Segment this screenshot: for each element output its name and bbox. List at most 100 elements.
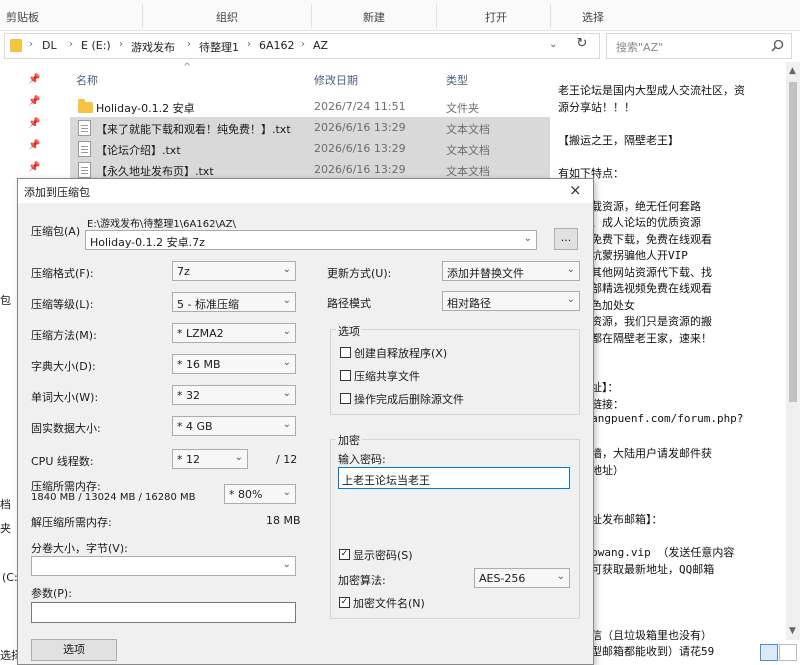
search-input[interactable]: 搜索"AZ"	[616, 39, 663, 55]
chevron-down-icon[interactable]: ⌄	[283, 559, 291, 570]
sfx-label[interactable]: 创建自释放程序(X)	[354, 345, 447, 361]
refresh-icon[interactable]: ↻	[572, 36, 592, 56]
sfx-checkbox[interactable]	[340, 347, 351, 358]
decompress-memory-label: 解压缩所需内存:	[31, 516, 112, 529]
split-size-combo[interactable]: ⌄	[31, 556, 296, 576]
options-button[interactable]: 选项	[31, 639, 117, 661]
method-value: * LZMA2	[177, 327, 224, 340]
column-header-name[interactable]: 名称	[76, 72, 98, 88]
list-item[interactable]: 【永久地址发布页】.txt 2026/6/16 13:29 文本文档	[70, 159, 550, 180]
solid-size-select[interactable]: * 4 GB ⌄	[172, 416, 296, 436]
column-header-type[interactable]: 类型	[446, 72, 468, 88]
word-size-select[interactable]: * 32 ⌄	[172, 385, 296, 405]
breadcrumb-game-release[interactable]: 游戏发布	[131, 39, 175, 55]
params-input[interactable]	[31, 602, 296, 623]
dictionary-select[interactable]: * 16 MB ⌄	[172, 354, 296, 374]
breadcrumb-pending[interactable]: 待整理1	[199, 39, 239, 55]
shared-files-checkbox[interactable]	[340, 370, 351, 381]
password-input[interactable]: 上老王论坛当老王	[338, 467, 570, 489]
list-item[interactable]: Holiday-0.1.2 安卓 2026/7/24 11:51 文件夹	[70, 96, 550, 117]
path-mode-label: 路径模式	[327, 297, 371, 310]
search-box[interactable]: 搜索"AZ"	[606, 33, 792, 59]
chevron-down-icon: ⌄	[566, 264, 575, 275]
search-icon[interactable]	[771, 39, 784, 52]
ribbon-group-organize[interactable]: 组织	[216, 9, 238, 25]
chevron-right-icon: ›	[187, 39, 191, 50]
ribbon-group-select[interactable]: 选择	[582, 9, 604, 25]
scroll-thumb[interactable]	[789, 82, 797, 402]
pin-icon: 📌	[28, 74, 41, 85]
cpu-threads-total: / 12	[276, 453, 298, 466]
password-value: 上老王论坛当老王	[342, 474, 430, 487]
dictionary-label: 字典大小(D):	[31, 360, 96, 373]
memory-percent-select[interactable]: * 80% ⌄	[224, 484, 296, 504]
breadcrumb-az[interactable]: AZ	[313, 39, 328, 52]
breadcrumb-6a162[interactable]: 6A162	[259, 39, 295, 52]
chevron-right-icon: ›	[119, 39, 123, 50]
decompress-memory-value: 18 MB	[266, 514, 301, 527]
level-label: 压缩等级(L):	[31, 298, 94, 311]
pin-icon: 📌	[28, 96, 41, 107]
close-icon[interactable]: ×	[569, 181, 582, 199]
scroll-down-icon[interactable]: ▼	[789, 626, 796, 636]
chevron-down-icon[interactable]: ⌄	[524, 233, 532, 244]
format-select[interactable]: 7z ⌄	[172, 261, 296, 281]
large-icons-view-icon[interactable]	[779, 644, 797, 661]
nav-fragment: 档	[0, 498, 11, 511]
list-item[interactable]: 【来了就能下载和观看！纯免费！】.txt 2026/6/16 13:29 文本文…	[70, 117, 550, 138]
nav-fragment: 包	[0, 294, 11, 307]
preview-line: 老王论坛是国内大型成人交流社区，资	[558, 84, 745, 97]
format-label: 压缩格式(F):	[31, 267, 94, 280]
breadcrumb-drive-e[interactable]: E (E:)	[81, 39, 111, 52]
chevron-right-icon: ›	[29, 39, 33, 50]
nav-fragment: (C:	[2, 571, 18, 584]
encrypt-names-label[interactable]: 加密文件名(N)	[353, 595, 425, 611]
archive-name-combo[interactable]: Holiday-0.1.2 安卓.7z ⌄	[85, 230, 537, 250]
path-mode-select[interactable]: 相对路径 ⌄	[442, 291, 580, 311]
encryption-group-title: 加密	[336, 432, 362, 448]
update-mode-select[interactable]: 添加并替换文件 ⌄	[442, 261, 580, 281]
word-size-value: * 32	[177, 389, 200, 402]
chevron-down-icon[interactable]: ⌄	[549, 39, 557, 50]
delete-after-checkbox[interactable]	[340, 393, 351, 404]
breadcrumb-dl[interactable]: DL	[42, 39, 57, 52]
level-value: 5 - 标准压缩	[177, 298, 239, 311]
cpu-threads-label: CPU 线程数:	[31, 455, 94, 468]
split-size-label: 分卷大小，字节(V):	[31, 542, 128, 555]
ribbon-divider	[311, 4, 312, 28]
encrypt-names-checkbox[interactable]: ✓	[339, 597, 350, 608]
file-date: 2026/6/16 13:29	[314, 142, 406, 155]
cpu-threads-value: * 12	[177, 453, 200, 466]
chevron-down-icon: ⌄	[282, 264, 291, 275]
show-password-checkbox[interactable]: ✓	[339, 549, 350, 560]
encryption-method-select[interactable]: AES-256 ⌄	[474, 568, 570, 588]
folder-icon	[10, 39, 22, 52]
text-file-icon	[78, 162, 91, 178]
browse-button[interactable]: ...	[554, 228, 578, 250]
preview-line: 源分享站！！！	[558, 100, 635, 114]
method-select[interactable]: * LZMA2 ⌄	[172, 323, 296, 343]
cpu-threads-select[interactable]: * 12 ⌄	[172, 449, 248, 469]
list-item[interactable]: 【论坛介绍】.txt 2026/6/16 13:29 文本文档	[70, 138, 550, 159]
solid-size-value: * 4 GB	[177, 420, 213, 433]
ribbon-group-clipboard[interactable]: 剪贴板	[6, 9, 39, 25]
add-to-archive-dialog: 添加到压缩包 × 压缩包(A) E:\游戏发布\待整理1\6A162\AZ\ H…	[17, 178, 594, 665]
chevron-down-icon: ⌄	[282, 295, 291, 306]
delete-after-label[interactable]: 操作完成后删除源文件	[354, 391, 464, 407]
address-bar[interactable]: › DL › E (E:) › 游戏发布 › 待整理1 › 6A162 › AZ…	[4, 33, 600, 59]
details-view-icon[interactable]	[760, 644, 778, 661]
scroll-up-icon[interactable]: ▲	[789, 66, 796, 76]
file-date: 2026/6/16 13:29	[314, 121, 406, 134]
shared-files-label[interactable]: 压缩共享文件	[354, 368, 420, 384]
column-header-date[interactable]: 修改日期	[314, 72, 358, 88]
level-select[interactable]: 5 - 标准压缩 ⌄	[172, 292, 296, 312]
vertical-scrollbar[interactable]: ▲ ▼	[786, 62, 800, 640]
chevron-down-icon: ⌄	[556, 571, 565, 582]
chevron-down-icon: ⌄	[566, 294, 575, 305]
ribbon-group-open[interactable]: 打开	[485, 9, 507, 25]
chevron-right-icon: ›	[247, 39, 251, 50]
ribbon-group-new[interactable]: 新建	[363, 9, 385, 25]
password-label: 输入密码:	[338, 453, 386, 466]
show-password-label[interactable]: 显示密码(S)	[353, 547, 413, 563]
params-label: 参数(P):	[31, 587, 72, 600]
